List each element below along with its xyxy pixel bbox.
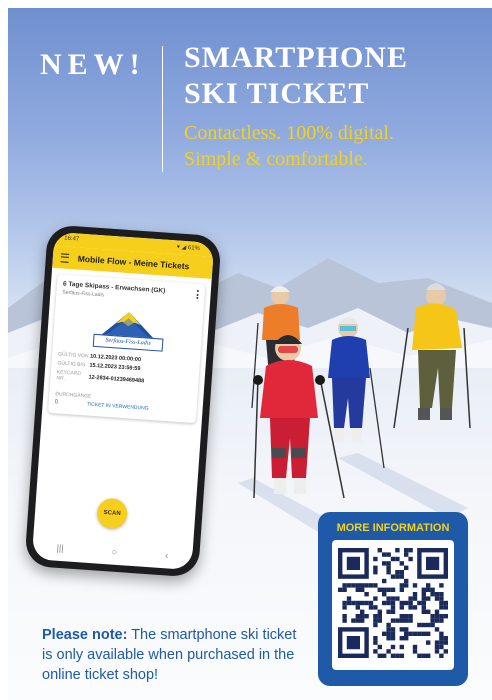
- new-badge: NEW!: [40, 48, 146, 81]
- back-icon[interactable]: ‹: [165, 550, 169, 560]
- scan-button[interactable]: SCAN: [96, 497, 129, 530]
- row-value: 10.12.2023 00:00:00: [89, 353, 142, 364]
- hamburger-menu-icon[interactable]: [60, 252, 70, 263]
- home-icon[interactable]: ○: [111, 547, 117, 557]
- usage-label: DURCHGÄNGE: [55, 391, 92, 400]
- row-label: GÜLTIG VON: [57, 351, 89, 360]
- headline-title-line2: SKI TICKET: [184, 77, 370, 110]
- note-heading: Please note:: [42, 627, 128, 643]
- headline-title-line1: SMARTPHONE: [184, 41, 408, 74]
- more-information-label: MORE INFORMATION: [336, 522, 450, 534]
- status-time: 16:47: [63, 235, 80, 243]
- subline-1: Contactless. 100% digital.: [184, 122, 394, 144]
- recent-apps-icon[interactable]: |||: [56, 543, 64, 553]
- poster: NEW! SMARTPHONE SKI TICKET Contactless. …: [8, 8, 492, 700]
- smartphone-mockup: 16:47 ▾ ◢ 61% Mobile Flow - Meine Ticket…: [24, 224, 222, 578]
- app-title: Mobile Flow - Meine Tickets: [77, 253, 190, 272]
- usage-status[interactable]: TICKET IN VERWENDUNG: [86, 401, 148, 411]
- usage-count: 0: [54, 399, 59, 406]
- headline-subline: Contactless. 100% digital. Simple & comf…: [184, 120, 394, 172]
- more-information-box[interactable]: MORE INFORMATION: [318, 512, 468, 686]
- row-label: KEYCARD NR.: [56, 369, 82, 382]
- usage-section: DURCHGÄNGE 0 TICKET IN VERWENDUNG: [55, 391, 192, 414]
- android-nav-bar: ||| ○ ‹: [32, 541, 192, 562]
- qr-code-icon: [338, 548, 448, 658]
- purchase-note: Please note: The smartphone ski ticket i…: [42, 625, 306, 685]
- ticket-card[interactable]: 6 Tage Skipass - Erwachsen (GK) Serfaus-…: [47, 274, 206, 424]
- headline-title: SMARTPHONE SKI TICKET: [184, 40, 408, 112]
- row-value: 15.12.2023 23:59:59: [89, 362, 141, 373]
- subline-2: Simple & comfortable.: [184, 148, 368, 170]
- resort-logo: Serfaus-Fiss-Ladis: [87, 307, 170, 352]
- more-options-icon[interactable]: [196, 289, 199, 301]
- headline-divider: [162, 46, 163, 172]
- phone-screen: 16:47 ▾ ◢ 61% Mobile Flow - Meine Ticket…: [31, 231, 215, 571]
- qr-code[interactable]: [332, 540, 454, 670]
- status-icons: ▾ ◢ 61%: [176, 244, 201, 252]
- row-value: 12-2834-01239469488: [88, 374, 145, 385]
- row-label: GÜLTIG BIS: [57, 360, 86, 369]
